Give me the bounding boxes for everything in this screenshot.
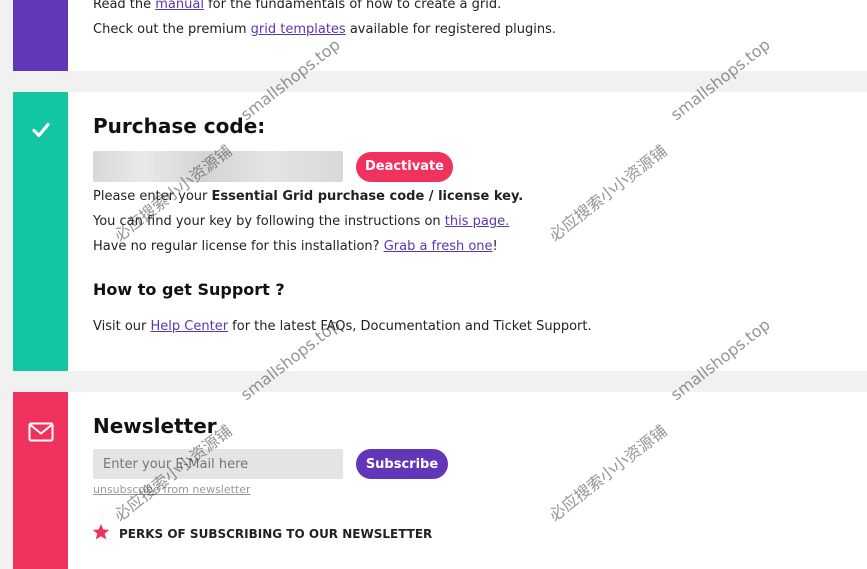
intro-line1-prefix: Read the: [93, 0, 156, 12]
support-text-prefix: Visit our: [93, 319, 151, 334]
purchase-line3-suffix: !: [492, 239, 498, 254]
purchase-instruction-line1: Please enter your Essential Grid purchas…: [93, 184, 867, 209]
purchase-instruction-line3: Have no regular license for this install…: [93, 234, 867, 259]
purchase-instruction-line2: You can find your key by following the i…: [93, 209, 867, 234]
intro-line-templates: Check out the premium grid templates ava…: [93, 17, 867, 42]
purchase-code-field[interactable]: [93, 151, 343, 182]
intro-line1-suffix: for the fundamentals of how to create a …: [203, 0, 502, 12]
support-title: How to get Support ?: [93, 280, 285, 299]
perks-heading: PERKS OF SUBSCRIBING TO OUR NEWSLETTER: [119, 527, 433, 541]
this-page-link[interactable]: this page.: [445, 214, 509, 229]
grid-templates-link[interactable]: grid templates: [251, 22, 346, 37]
newsletter-row: Subscribe: [93, 449, 867, 479]
email-input[interactable]: [93, 449, 343, 479]
purchase-strip: [13, 92, 68, 371]
newsletter-panel: Newsletter Subscribe unsubscribe from ne…: [13, 392, 867, 569]
newsletter-content: Newsletter Subscribe unsubscribe from ne…: [92, 414, 867, 545]
unsubscribe-link[interactable]: unsubscribe from newsletter: [93, 483, 251, 496]
purchase-line2-prefix: You can find your key by following the i…: [93, 214, 445, 229]
purchase-instructions: Please enter your Essential Grid purchas…: [93, 184, 867, 259]
unsubscribe-row: unsubscribe from newsletter: [93, 483, 867, 496]
intro-line2-suffix: available for registered plugins.: [345, 22, 556, 37]
subscribe-button[interactable]: Subscribe: [356, 449, 448, 479]
support-text-suffix: for the latest FAQs, Documentation and T…: [228, 319, 592, 334]
newsletter-strip: [13, 392, 68, 569]
star-icon: [92, 523, 110, 545]
purchase-line1-prefix: Please enter your: [93, 189, 212, 204]
purchase-line3-prefix: Have no regular license for this install…: [93, 239, 384, 254]
envelope-icon: [28, 422, 54, 446]
purchase-title: Purchase code:: [93, 114, 266, 138]
help-center-link[interactable]: Help Center: [151, 319, 229, 334]
intro-panel: Read the manual for the fundamentals of …: [13, 0, 867, 71]
newsletter-title: Newsletter: [93, 414, 217, 438]
purchase-row: Deactivate: [93, 151, 867, 182]
purchase-panel: Purchase code: Deactivate Please enter y…: [13, 92, 867, 371]
manual-link[interactable]: manual: [155, 0, 204, 12]
intro-line-manual: Read the manual for the fundamentals of …: [93, 0, 867, 17]
intro-content: Read the manual for the fundamentals of …: [93, 0, 867, 42]
intro-line2-prefix: Check out the premium: [93, 22, 251, 37]
grab-fresh-license-link[interactable]: Grab a fresh one: [384, 239, 493, 254]
support-text: Visit our Help Center for the latest FAQ…: [93, 314, 867, 339]
purchase-content: Purchase code: Deactivate Please enter y…: [93, 114, 867, 339]
perks-heading-row: PERKS OF SUBSCRIBING TO OUR NEWSLETTER: [92, 523, 867, 545]
purchase-line1-bold: Essential Grid purchase code / license k…: [211, 189, 524, 204]
deactivate-button[interactable]: Deactivate: [356, 151, 453, 182]
intro-strip: [13, 0, 68, 71]
checkmark-icon: [31, 120, 51, 144]
